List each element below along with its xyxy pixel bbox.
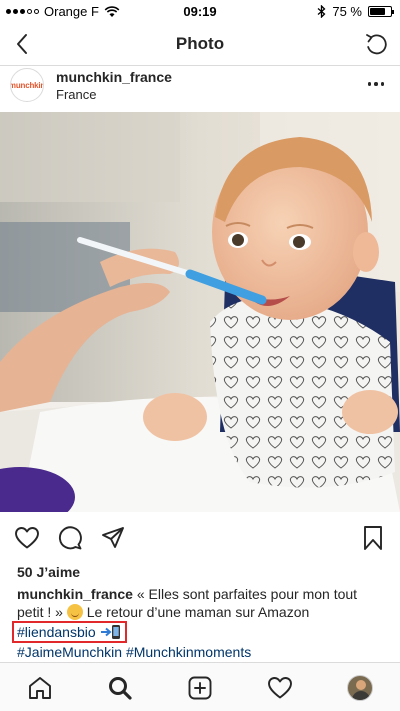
bookmark-icon	[364, 526, 382, 550]
bluetooth-icon	[317, 5, 326, 18]
caption-text-2: Le retour d’une maman sur Amazon	[86, 604, 310, 620]
arrow-phone-emoji-icon	[100, 625, 120, 639]
highlight-box: #liendansbio	[12, 621, 127, 643]
tab-profile[interactable]	[345, 673, 375, 703]
save-button[interactable]	[359, 524, 387, 552]
post-actions	[0, 520, 400, 556]
tab-new-post[interactable]	[185, 673, 215, 703]
avatar-logo: munchkin	[10, 80, 44, 90]
bottom-tab-bar	[0, 662, 400, 711]
search-icon	[109, 677, 132, 700]
heart-icon	[268, 677, 292, 699]
status-right: 75 %	[317, 4, 394, 19]
more-dot	[380, 82, 385, 86]
page-title: Photo	[175, 34, 225, 53]
nav-bar: Photo	[0, 22, 400, 66]
avatar[interactable]: munchkin	[10, 68, 44, 102]
hashtag-liendansbio[interactable]: #liendansbio	[17, 624, 96, 640]
comment-icon	[58, 526, 82, 550]
post-header: munchkin munchkin_france France	[0, 66, 400, 112]
share-button[interactable]	[99, 524, 127, 552]
refresh-button[interactable]	[362, 30, 390, 58]
more-dot	[374, 82, 378, 86]
post-location[interactable]: France	[56, 87, 96, 102]
battery-icon	[368, 6, 394, 17]
caption-username[interactable]: munchkin_france	[17, 586, 133, 602]
more-dot	[367, 82, 372, 86]
likes-count[interactable]: 50 J’aime	[17, 564, 80, 580]
heart-icon	[15, 527, 39, 549]
profile-avatar	[347, 675, 373, 701]
smiling-face-emoji-icon	[66, 604, 83, 620]
post-caption: munchkin_france « Elles sont parfaites p…	[12, 585, 387, 661]
refresh-icon	[366, 34, 387, 55]
status-bar: Orange F 09:19 75 %	[0, 0, 400, 22]
plus-square-icon	[188, 676, 212, 700]
battery-percent: 75 %	[332, 4, 362, 19]
tab-activity[interactable]	[265, 673, 295, 703]
caption-hashtags[interactable]: #JaimeMunchkin #Munchkinmoments	[17, 644, 251, 660]
home-icon	[29, 677, 51, 699]
send-icon	[102, 527, 124, 548]
tab-home[interactable]	[25, 673, 55, 703]
baby-feeding-photo	[0, 112, 400, 512]
like-button[interactable]	[13, 524, 41, 552]
tab-search[interactable]	[105, 673, 135, 703]
post-username[interactable]: munchkin_france	[56, 69, 172, 85]
post-photo[interactable]	[0, 112, 400, 512]
more-options-button[interactable]	[364, 74, 388, 94]
comment-button[interactable]	[56, 524, 84, 552]
